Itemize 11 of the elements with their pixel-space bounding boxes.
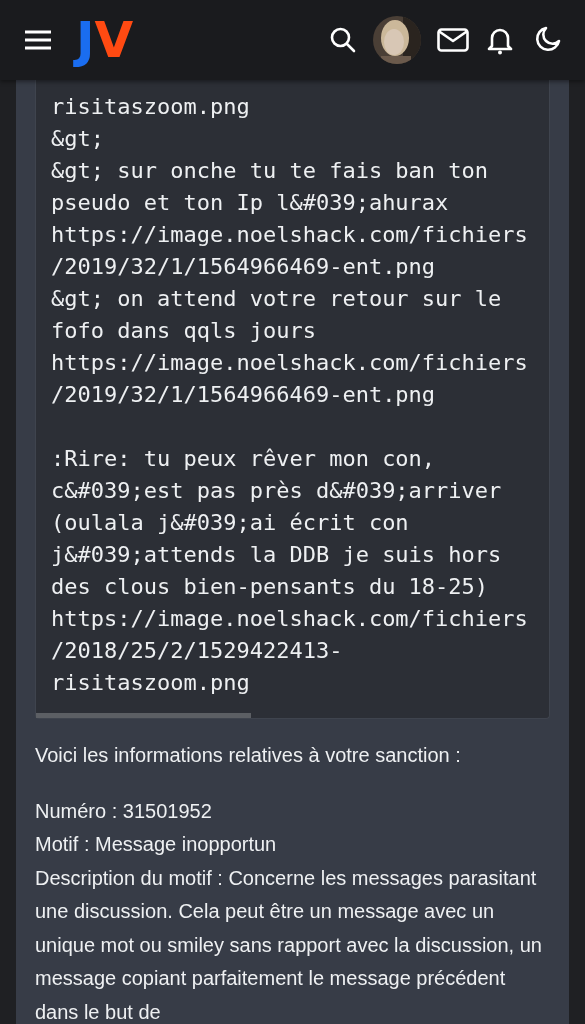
detail-text: Description du motif : Concerne les messages parasitant une discussion. Cela peut être un message avec un unique mot ou smiley sans rapport avec la discussion, un message copiant parfaitement le message précédent dans le but de — [35, 865, 543, 1024]
detail-text: Motif : Message inopportun — [35, 832, 278, 857]
logo[interactable]: JV — [72, 12, 138, 68]
moon-icon[interactable] — [533, 26, 561, 54]
code-text: risitaszoom.png &gt; &gt; sur onche tu te fais ban ton pseudo et ton Ip l&#039;ahurax https://image.noelshack.com/fichiers /2019/32/1/1564966469-ent.png &gt; on attend votre retour sur le fofo dans qqls jours https://image.noelshack.com/fichiers /2019/32/1/1564966469-ent.png :Rire: tu peux rêver mon con, c&#039;est pas près d&#039;arriver (oulala j&#039;ai écrit con j&#039;attends la DDB je suis hors des clous bien-pensants du 18-25) https://image.noelshack.com/fichiers /2018/25/2/1529422413- risitaszoom.png — [50, 93, 529, 697]
search-icon[interactable] — [329, 26, 357, 54]
menu-icon[interactable] — [24, 30, 52, 50]
intro-text: Voici les informations relatives à votre sanction : — [35, 743, 462, 768]
mail-icon[interactable] — [437, 28, 469, 52]
scrollbar[interactable] — [36, 713, 252, 718]
detail-text: Numéro : 31501952 — [35, 798, 213, 824]
